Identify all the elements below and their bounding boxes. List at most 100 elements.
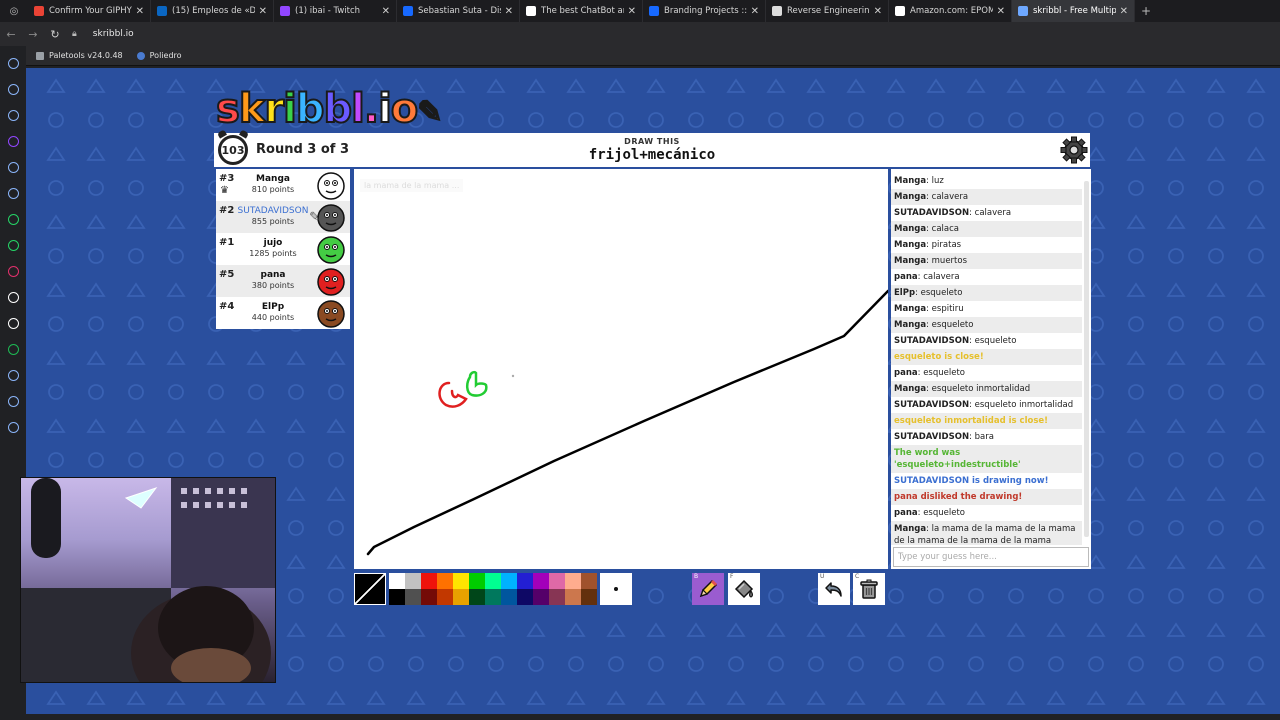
doodle-shape bbox=[886, 78, 906, 93]
color-swatch[interactable] bbox=[453, 589, 469, 605]
chat-message: Manga: luz bbox=[894, 176, 944, 186]
doodle-shape bbox=[1086, 78, 1106, 93]
page-icon bbox=[136, 51, 145, 60]
color-swatch[interactable] bbox=[389, 573, 405, 589]
forward-icon[interactable]: → bbox=[22, 28, 44, 41]
browser-tab[interactable]: Reverse Engineering - Se ✕ bbox=[766, 0, 889, 22]
tab-close-icon[interactable]: ✕ bbox=[1120, 6, 1128, 17]
color-swatch[interactable] bbox=[581, 589, 597, 605]
tab-favicon-icon bbox=[34, 6, 44, 16]
browser-tab[interactable]: (15) Empleos de «Diseña ✕ bbox=[151, 0, 274, 22]
player-row[interactable]: #3 ♛ Manga 810 points bbox=[216, 169, 350, 201]
color-swatch[interactable] bbox=[549, 573, 565, 589]
reload-icon[interactable]: ↻ bbox=[44, 28, 66, 41]
browser-tab[interactable]: Amazon.com: EPOMAKE ✕ bbox=[889, 0, 1012, 22]
sidebar-app-icon[interactable] bbox=[7, 343, 19, 355]
drawing-canvas[interactable]: la mama de la mama ... bbox=[354, 169, 888, 569]
sidebar-app-icon[interactable] bbox=[7, 187, 19, 199]
bookmark-paletools[interactable]: Paletools v24.0.48 bbox=[36, 51, 123, 60]
browser-tab[interactable]: Branding Projects :: Phot ✕ bbox=[643, 0, 766, 22]
sidebar-app-icon[interactable] bbox=[7, 239, 19, 251]
tab-close-icon[interactable]: ✕ bbox=[997, 6, 1005, 17]
browser-menu-icon[interactable]: ◎ bbox=[0, 0, 28, 22]
color-swatch[interactable] bbox=[405, 589, 421, 605]
color-swatch[interactable] bbox=[501, 573, 517, 589]
tab-title: (15) Empleos de «Diseña bbox=[172, 6, 255, 16]
browser-tab[interactable]: The best ChatBot and W ✕ bbox=[520, 0, 643, 22]
brush-size-button[interactable] bbox=[600, 573, 632, 605]
back-icon[interactable]: ← bbox=[0, 28, 22, 41]
doodle-shape bbox=[1128, 384, 1144, 400]
fill-tool-button[interactable]: F bbox=[728, 573, 760, 605]
sidebar-app-icon[interactable] bbox=[7, 57, 19, 69]
color-swatch[interactable] bbox=[565, 589, 581, 605]
color-swatch[interactable] bbox=[549, 589, 565, 605]
color-swatch[interactable] bbox=[389, 589, 405, 605]
tab-close-icon[interactable]: ✕ bbox=[259, 6, 267, 17]
color-swatch[interactable] bbox=[453, 573, 469, 589]
color-swatch[interactable] bbox=[437, 573, 453, 589]
color-swatch[interactable] bbox=[565, 573, 581, 589]
color-swatch[interactable] bbox=[485, 589, 501, 605]
pencil-tool-button[interactable]: B bbox=[692, 573, 724, 605]
sidebar-app-icon[interactable] bbox=[7, 395, 19, 407]
color-swatch[interactable] bbox=[533, 589, 549, 605]
color-swatch[interactable] bbox=[501, 589, 517, 605]
new-tab-icon[interactable]: + bbox=[1141, 4, 1151, 18]
sidebar-app-icon[interactable] bbox=[7, 317, 19, 329]
doodle-shape bbox=[1046, 622, 1066, 637]
color-swatch[interactable] bbox=[517, 589, 533, 605]
browser-tab[interactable]: skribbl - Free Multiplaye ✕ bbox=[1012, 0, 1135, 22]
settings-gear-icon[interactable] bbox=[1060, 136, 1088, 164]
sidebar-app-icon[interactable] bbox=[7, 369, 19, 381]
sidebar-app-icon[interactable] bbox=[7, 135, 19, 147]
doodle-shape bbox=[208, 384, 224, 400]
sidebar-app-icon[interactable] bbox=[7, 161, 19, 173]
url-text[interactable]: skribbl.io bbox=[93, 29, 134, 39]
sidebar-app-icon[interactable] bbox=[7, 291, 19, 303]
scrollbar-thumb[interactable] bbox=[1084, 181, 1089, 537]
sidebar-app-icon[interactable] bbox=[7, 213, 19, 225]
sidebar-app-icon[interactable] bbox=[7, 265, 19, 277]
color-swatch[interactable] bbox=[437, 589, 453, 605]
guess-input[interactable] bbox=[893, 547, 1089, 567]
player-row[interactable]: #5 pana 380 points bbox=[216, 265, 350, 297]
tab-close-icon[interactable]: ✕ bbox=[505, 6, 513, 17]
color-swatch[interactable] bbox=[581, 573, 597, 589]
color-swatch[interactable] bbox=[469, 573, 485, 589]
browser-tab[interactable]: Sebastian Suta - Diseña ✕ bbox=[397, 0, 520, 22]
bookmark-poliedro[interactable]: Poliedro bbox=[136, 51, 182, 60]
chat-scrollbar[interactable] bbox=[1084, 173, 1089, 545]
undo-button[interactable]: U bbox=[818, 573, 850, 605]
player-row[interactable]: #4 ElPp 440 points bbox=[216, 297, 350, 329]
player-row[interactable]: #2 SUTADAVIDSON 855 points ✎ bbox=[216, 201, 350, 233]
doodle-shape bbox=[1168, 384, 1184, 400]
tab-close-icon[interactable]: ✕ bbox=[382, 6, 390, 17]
color-swatch[interactable] bbox=[469, 589, 485, 605]
sidebar-app-icon[interactable] bbox=[7, 83, 19, 95]
browser-tab[interactable]: (1) ibai - Twitch ✕ bbox=[274, 0, 397, 22]
tab-title: Sebastian Suta - Diseña bbox=[418, 6, 501, 16]
current-color-preview[interactable] bbox=[354, 573, 386, 605]
color-swatch[interactable] bbox=[533, 573, 549, 589]
doodle-shape bbox=[1166, 146, 1186, 161]
skribbl-logo: skribbl.io✎ bbox=[215, 85, 443, 133]
color-swatch[interactable] bbox=[485, 573, 501, 589]
tab-close-icon[interactable]: ✕ bbox=[136, 6, 144, 17]
color-swatch[interactable] bbox=[421, 573, 437, 589]
browser-tab[interactable]: Confirm Your GIPHY Acc ✕ bbox=[28, 0, 151, 22]
player-row[interactable]: #1 jujo 1285 points bbox=[216, 233, 350, 265]
sidebar-app-icon[interactable] bbox=[7, 421, 19, 433]
color-swatch[interactable] bbox=[421, 589, 437, 605]
clear-canvas-button[interactable]: C bbox=[853, 573, 885, 605]
color-swatch[interactable] bbox=[517, 573, 533, 589]
color-swatch[interactable] bbox=[405, 573, 421, 589]
tab-close-icon[interactable]: ✕ bbox=[751, 6, 759, 17]
tab-title: skribbl - Free Multiplaye bbox=[1033, 6, 1116, 16]
chat-text: The word was 'esqueleto+indestructible' bbox=[894, 448, 1021, 470]
doodle-shape bbox=[1088, 452, 1104, 468]
tab-close-icon[interactable]: ✕ bbox=[628, 6, 636, 17]
chat-message: SUTADAVIDSON: esqueleto inmortalidad bbox=[894, 400, 1074, 410]
tab-close-icon[interactable]: ✕ bbox=[874, 6, 882, 17]
sidebar-app-icon[interactable] bbox=[7, 109, 19, 121]
